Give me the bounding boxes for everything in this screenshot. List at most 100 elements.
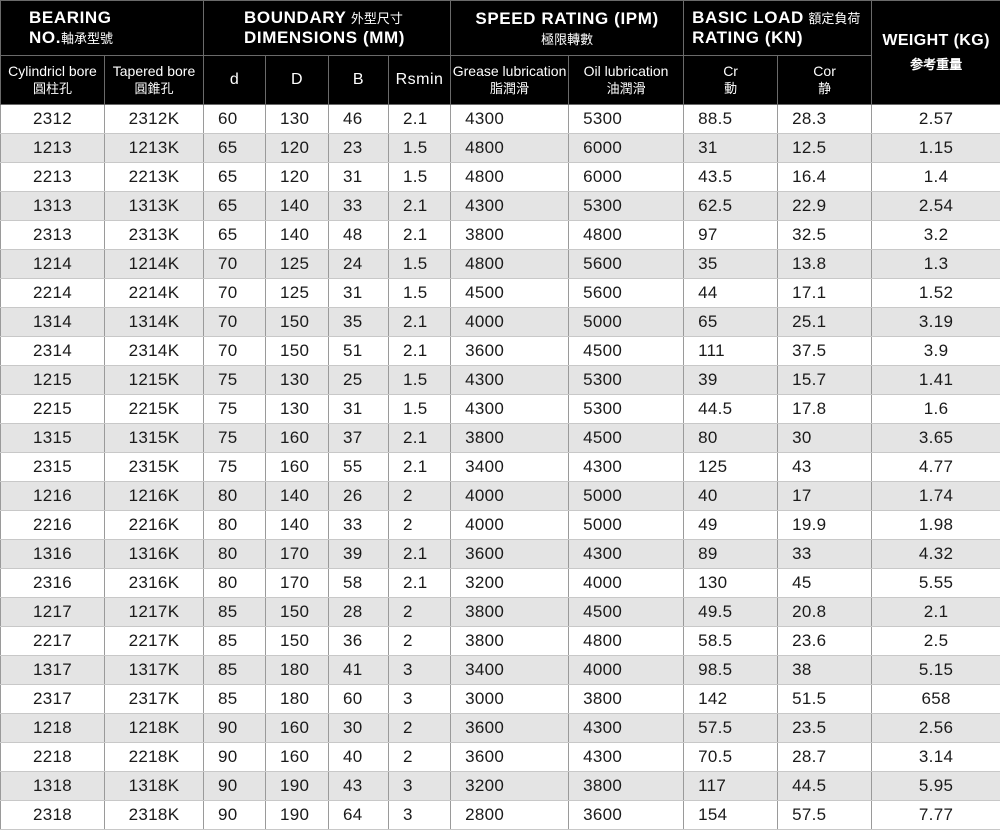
table-row: 22132213K65120311.54800600043.516.41.4	[1, 163, 1000, 192]
weight-cell: 1.4	[872, 163, 1000, 192]
grease-speed-cell: 4000	[451, 511, 569, 540]
B-cell: 40	[329, 743, 389, 772]
B-cell: 46	[329, 105, 389, 134]
weight-cell: 2.56	[872, 714, 1000, 743]
D-cell: 125	[266, 250, 329, 279]
D-cell: 160	[266, 714, 329, 743]
cylindrical-bore-cell: 2318	[1, 801, 105, 830]
table-row: 12181218K901603023600430057.523.52.56	[1, 714, 1000, 743]
cr-cell: 58.5	[684, 627, 778, 656]
tapered-bore-cell: 2316K	[105, 569, 204, 598]
B-cell: 55	[329, 453, 389, 482]
cor-header: Cor静	[778, 56, 872, 105]
grease-speed-cell: 4300	[451, 105, 569, 134]
speed-rating-header: SPEED RATING (IPM) 極限轉數	[451, 1, 684, 56]
D-cell: 120	[266, 163, 329, 192]
cor-cell: 28.3	[778, 105, 872, 134]
speed-header-zh: 極限轉數	[451, 29, 683, 48]
table-row: 22162216K80140332400050004919.91.98	[1, 511, 1000, 540]
d-cell: 90	[204, 801, 266, 830]
B-cell: 37	[329, 424, 389, 453]
cor-cell: 38	[778, 656, 872, 685]
cor-cell: 17.8	[778, 395, 872, 424]
weight-cell: 4.77	[872, 453, 1000, 482]
cr-cell: 88.5	[684, 105, 778, 134]
boundary-header-line2: DIMENSIONS (MM)	[244, 28, 450, 48]
rsmin-cell: 2.1	[389, 569, 451, 598]
table-row: 13161316K80170392.13600430089334.32	[1, 540, 1000, 569]
B-cell: 58	[329, 569, 389, 598]
weight-cell: 5.95	[872, 772, 1000, 801]
bearing-spec-table: BEARING NO.軸承型號 BOUNDARY 外型尺寸 DIMENSIONS…	[0, 0, 1000, 830]
cylindrical-bore-cell: 1318	[1, 772, 105, 801]
table-row: 23142314K70150512.13600450011137.53.9	[1, 337, 1000, 366]
rsmin-cell: 1.5	[389, 250, 451, 279]
D-cell: 190	[266, 772, 329, 801]
grease-speed-cell: 3400	[451, 656, 569, 685]
d-cell: 65	[204, 163, 266, 192]
D-cell: 150	[266, 598, 329, 627]
grease-speed-cell: 3400	[451, 453, 569, 482]
oil-speed-cell: 5300	[569, 105, 684, 134]
D-cell: 180	[266, 656, 329, 685]
tapered-bore-cell: 2218K	[105, 743, 204, 772]
cylindrical-bore-cell: 1215	[1, 366, 105, 395]
cr-cell: 125	[684, 453, 778, 482]
grease-speed-cell: 3800	[451, 598, 569, 627]
table-row: 22152215K75130311.54300530044.517.81.6	[1, 395, 1000, 424]
cylindrical-bore-cell: 1313	[1, 192, 105, 221]
grease-speed-cell: 3800	[451, 424, 569, 453]
weight-header-en: WEIGHT (KG)	[882, 32, 990, 49]
d-header: d	[204, 56, 266, 105]
weight-cell: 2.54	[872, 192, 1000, 221]
cor-cell: 43	[778, 453, 872, 482]
cylindrical-bore-cell: 1317	[1, 656, 105, 685]
cylindrical-bore-cell: 2313	[1, 221, 105, 250]
D-header: D	[266, 56, 329, 105]
weight-cell: 7.77	[872, 801, 1000, 830]
grease-speed-cell: 4300	[451, 395, 569, 424]
cylindrical-bore-cell: 2315	[1, 453, 105, 482]
weight-cell: 4.32	[872, 540, 1000, 569]
weight-cell: 2.1	[872, 598, 1000, 627]
D-cell: 150	[266, 337, 329, 366]
tapered-bore-cell: 2214K	[105, 279, 204, 308]
B-cell: 31	[329, 395, 389, 424]
B-cell: 23	[329, 134, 389, 163]
B-cell: 51	[329, 337, 389, 366]
d-cell: 75	[204, 424, 266, 453]
cr-cell: 65	[684, 308, 778, 337]
oil-speed-cell: 4300	[569, 743, 684, 772]
d-cell: 90	[204, 772, 266, 801]
table-row: 12141214K70125241.5480056003513.81.3	[1, 250, 1000, 279]
grease-speed-cell: 2800	[451, 801, 569, 830]
cor-cell: 44.5	[778, 772, 872, 801]
cylindrical-bore-cell: 2215	[1, 395, 105, 424]
cor-zh: 静	[778, 80, 871, 98]
cylindrical-bore-cell: 1218	[1, 714, 105, 743]
cylindrical-bore-cell: 1217	[1, 598, 105, 627]
B-cell: 24	[329, 250, 389, 279]
grease-speed-cell: 3000	[451, 685, 569, 714]
B-cell: 31	[329, 163, 389, 192]
table-row: 22142214K70125311.5450056004417.11.52	[1, 279, 1000, 308]
B-cell: 28	[329, 598, 389, 627]
oil-speed-cell: 3800	[569, 772, 684, 801]
d-cell: 80	[204, 482, 266, 511]
B-cell: 31	[329, 279, 389, 308]
cr-cell: 97	[684, 221, 778, 250]
table-row: 13171317K851804133400400098.5385.15	[1, 656, 1000, 685]
grease-speed-cell: 4300	[451, 366, 569, 395]
D-cell: 130	[266, 395, 329, 424]
oil-speed-cell: 5600	[569, 250, 684, 279]
cr-cell: 44.5	[684, 395, 778, 424]
table-row: 13181318K901904333200380011744.55.95	[1, 772, 1000, 801]
cylindrical-bore-cell: 2317	[1, 685, 105, 714]
rsmin-cell: 1.5	[389, 163, 451, 192]
d-cell: 80	[204, 511, 266, 540]
cor-cell: 57.5	[778, 801, 872, 830]
D-cell: 170	[266, 569, 329, 598]
d-cell: 65	[204, 221, 266, 250]
bearing-header-line1: BEARING	[29, 8, 203, 28]
B-cell: 25	[329, 366, 389, 395]
